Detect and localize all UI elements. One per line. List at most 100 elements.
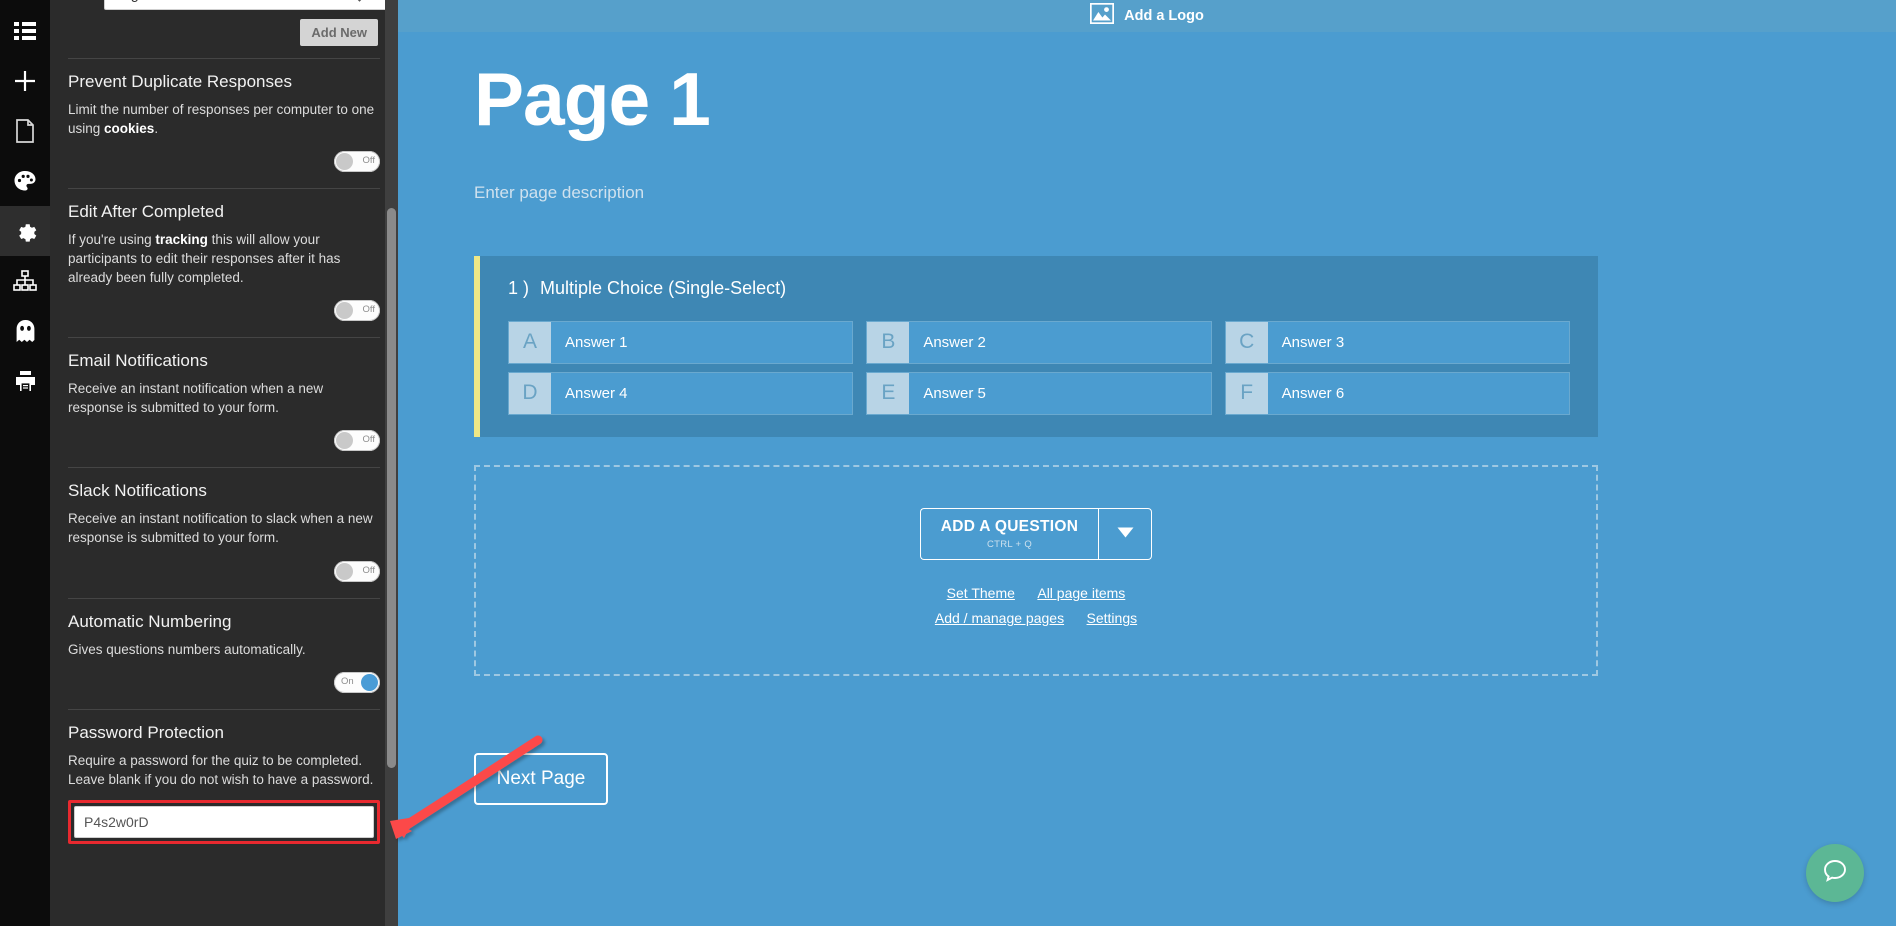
toggle-knob (336, 302, 353, 320)
divider (68, 337, 380, 339)
toggle-state-label: Off (362, 304, 376, 316)
canvas-quick-links: Set Theme All page items Add / manage pa… (926, 582, 1146, 632)
divider (68, 467, 380, 469)
toggle-state-label: Off (362, 564, 376, 576)
page-title[interactable]: Page 1 (474, 60, 1896, 139)
language-select-wrapper: English (68, 0, 398, 10)
answer-letter: E (867, 372, 910, 414)
question-type-label: Multiple Choice (Single-Select) (540, 277, 787, 298)
sidebar-item-add[interactable] (0, 56, 50, 106)
add-logo-button[interactable]: Add a Logo (398, 0, 1896, 32)
add-question-dropzone: ADD A QUESTION CTRL + Q Set Theme All pa… (474, 464, 1598, 676)
password-input[interactable] (74, 805, 374, 838)
answer-grid: A Answer 1 B Answer 2 C Answer 3 D Answe… (508, 320, 1570, 415)
settings-panel-content: English Add New Prevent Duplicate Respon… (50, 0, 398, 846)
divider (68, 709, 380, 711)
ghost-icon (14, 319, 37, 343)
plus-icon (13, 69, 37, 93)
sidebar-item-print[interactable] (0, 356, 50, 406)
printer-icon (14, 370, 37, 393)
setting-title: Edit After Completed (68, 202, 224, 222)
toggle-state-label: Off (362, 155, 376, 167)
gear-icon (13, 219, 37, 243)
list-icon (14, 22, 36, 40)
answer-letter: A (509, 321, 551, 363)
quick-links-row-2: Add / manage pages Settings (926, 607, 1146, 632)
chat-icon (1821, 857, 1849, 890)
setting-title: Slack Notifications (68, 481, 207, 501)
page-description-placeholder[interactable]: Enter page description (474, 183, 1896, 203)
add-question-button-group: ADD A QUESTION CTRL + Q (919, 508, 1153, 561)
all-page-items-link[interactable]: All page items (1037, 585, 1125, 601)
edit-after-completed-toggle[interactable]: Off (334, 300, 380, 322)
answer-text: Answer 1 (565, 333, 628, 351)
setting-title: Prevent Duplicate Responses (68, 72, 292, 91)
toggle-row: Off (68, 552, 380, 584)
setting-description: Require a password for the quiz to be co… (68, 753, 374, 787)
answer-option[interactable]: D Answer 4 (508, 371, 854, 415)
set-theme-link[interactable]: Set Theme (947, 585, 1015, 601)
toggle-state-label: Off (362, 434, 376, 446)
answer-letter: B (867, 321, 910, 363)
divider (68, 597, 380, 599)
sidebar-item-logic[interactable] (0, 256, 50, 306)
password-field-highlight (68, 799, 380, 844)
help-chat-button[interactable] (1806, 844, 1864, 902)
palette-icon (13, 170, 37, 192)
setting-prevent-duplicate-responses: Prevent Duplicate Responses Limit the nu… (68, 72, 380, 176)
question-title: 1 ) Multiple Choice (Single-Select) (508, 278, 1570, 299)
answer-option[interactable]: E Answer 5 (866, 371, 1212, 415)
sidebar-item-settings[interactable] (0, 206, 50, 256)
add-question-label: ADD A QUESTION (940, 518, 1079, 536)
answer-text: Answer 3 (1281, 333, 1345, 351)
answer-text: Answer 6 (1281, 384, 1345, 402)
left-icon-rail (0, 0, 50, 926)
setting-description: Receive an instant notification to slack… (68, 511, 373, 545)
next-page-button[interactable]: Next Page (474, 752, 608, 805)
setting-automatic-numbering: Automatic Numbering Gives questions numb… (68, 612, 380, 698)
setting-description: If you're using tracking this will allow… (68, 232, 341, 285)
sidebar-item-preview[interactable] (0, 306, 50, 356)
email-notifications-toggle[interactable]: Off (334, 430, 380, 452)
add-question-button[interactable]: ADD A QUESTION CTRL + Q (919, 508, 1099, 561)
toggle-knob (361, 674, 378, 692)
question-card[interactable]: 1 ) Multiple Choice (Single-Select) A An… (474, 255, 1598, 437)
setting-description: Limit the number of responses per comput… (68, 102, 375, 136)
settings-panel-scrollbar[interactable] (385, 0, 398, 926)
toggle-knob (336, 562, 353, 580)
answer-option[interactable]: F Answer 6 (1224, 371, 1570, 415)
setting-edit-after-completed: Edit After Completed If you're using tra… (68, 202, 380, 325)
setting-slack-notifications: Slack Notifications Receive an instant n… (68, 481, 380, 585)
scrollbar-thumb[interactable] (387, 208, 396, 768)
sidebar-item-theme[interactable] (0, 156, 50, 206)
answer-option[interactable]: C Answer 3 (1224, 320, 1570, 364)
toggle-state-label: On (341, 676, 354, 688)
divider (68, 58, 380, 59)
add-new-row: Add New (68, 10, 380, 46)
form-canvas: Add a Logo Page 1 Enter page description… (398, 0, 1896, 926)
language-select[interactable]: English (104, 0, 398, 10)
sitemap-icon (13, 270, 37, 292)
question-number: 1 ) (508, 277, 530, 298)
form-builder-app: English Add New Prevent Duplicate Respon… (0, 0, 1896, 926)
setting-title: Email Notifications (68, 351, 208, 371)
toggle-knob (336, 432, 353, 450)
add-logo-label: Add a Logo (1124, 8, 1204, 24)
sidebar-item-pages[interactable] (0, 106, 50, 156)
settings-link[interactable]: Settings (1087, 610, 1138, 626)
slack-notifications-toggle[interactable]: Off (334, 560, 380, 582)
prevent-duplicate-toggle[interactable]: Off (334, 151, 380, 173)
settings-panel: English Add New Prevent Duplicate Respon… (50, 0, 398, 926)
setting-title: Password Protection (68, 723, 224, 743)
add-question-dropdown-button[interactable] (1098, 508, 1153, 561)
toggle-row: Off (68, 142, 380, 174)
answer-option[interactable]: A Answer 1 (508, 320, 854, 364)
image-icon (1089, 2, 1115, 29)
answer-text: Answer 5 (923, 384, 986, 402)
add-manage-pages-link[interactable]: Add / manage pages (935, 610, 1064, 626)
page-body: Page 1 Enter page description 1 ) Multip… (398, 32, 1896, 805)
answer-option[interactable]: B Answer 2 (866, 320, 1212, 364)
automatic-numbering-toggle[interactable]: On (334, 672, 380, 694)
sidebar-item-form-items[interactable] (0, 6, 50, 56)
add-new-button[interactable]: Add New (300, 19, 378, 46)
